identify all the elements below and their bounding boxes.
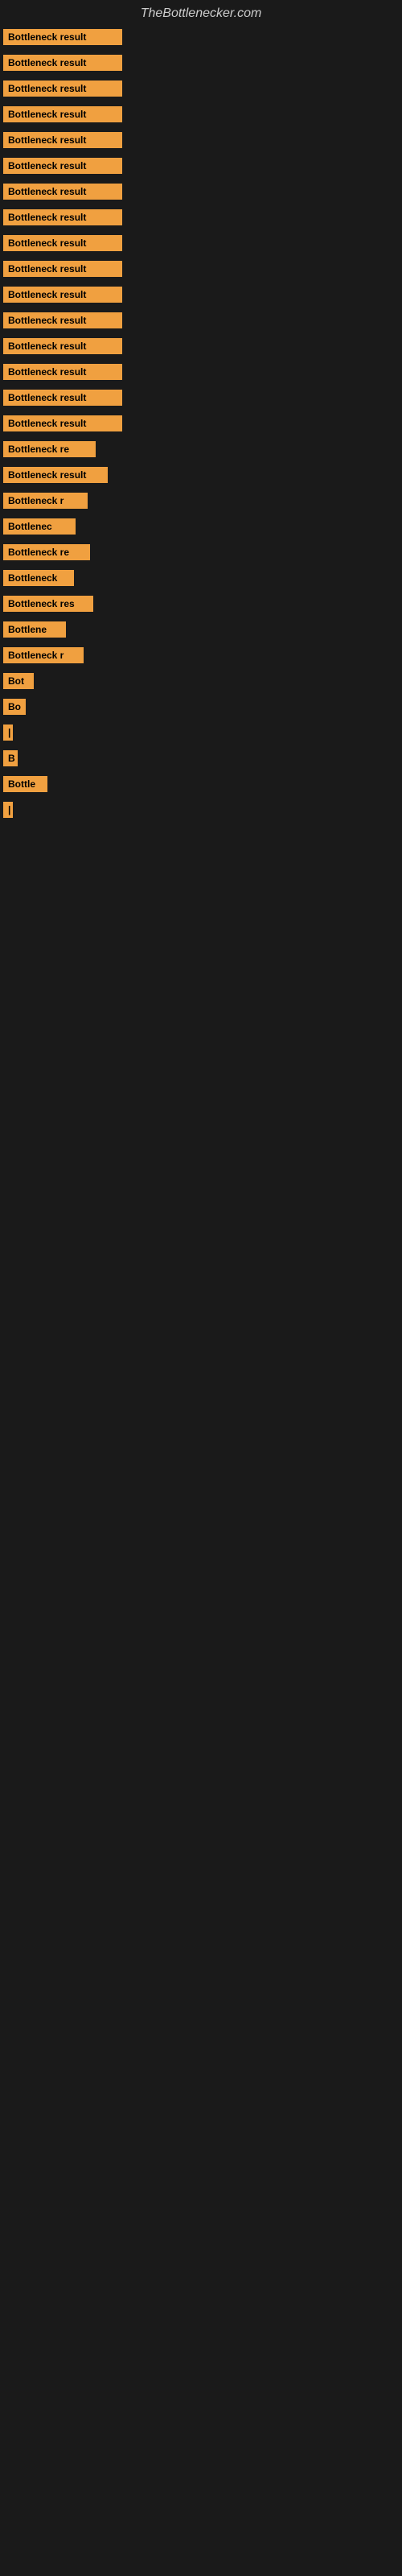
- bar-row: Bottleneck r: [0, 488, 402, 514]
- bar-row: Bottlene: [0, 617, 402, 642]
- bar-label: Bottleneck result: [3, 364, 122, 380]
- bar-label: Bottleneck re: [3, 441, 96, 457]
- bar-row: Bottle: [0, 771, 402, 797]
- bar-row: |: [0, 797, 402, 823]
- bar-row: Bottleneck result: [0, 127, 402, 153]
- bar-row: Bottleneck result: [0, 308, 402, 333]
- bar-row: Bot: [0, 668, 402, 694]
- bar-label: Bottleneck r: [3, 647, 84, 663]
- bar-label: Bottleneck result: [3, 184, 122, 200]
- bar-label: |: [3, 724, 13, 741]
- bar-row: Bottleneck result: [0, 385, 402, 411]
- bar-label: Bottleneck res: [3, 596, 93, 612]
- bar-label: Bo: [3, 699, 26, 715]
- bar-label: Bottleneck result: [3, 29, 122, 45]
- bar-row: Bo: [0, 694, 402, 720]
- bar-label: Bottleneck result: [3, 312, 122, 328]
- bar-row: Bottleneck result: [0, 411, 402, 436]
- bar-row: Bottleneck result: [0, 462, 402, 488]
- bar-row: Bottleneck: [0, 565, 402, 591]
- bar-label: Bottleneck result: [3, 415, 122, 431]
- bar-label: Bottleneck result: [3, 80, 122, 97]
- bar-label: Bottleneck result: [3, 287, 122, 303]
- bar-row: B: [0, 745, 402, 771]
- bar-row: Bottleneck re: [0, 436, 402, 462]
- bar-row: Bottleneck re: [0, 539, 402, 565]
- bar-label: Bottleneck result: [3, 467, 108, 483]
- bar-row: Bottleneck result: [0, 153, 402, 179]
- bar-row: Bottleneck result: [0, 230, 402, 256]
- bar-label: B: [3, 750, 18, 766]
- bar-label: Bottleneck result: [3, 55, 122, 71]
- bar-label: Bottlene: [3, 621, 66, 638]
- bar-label: Bottleneck result: [3, 209, 122, 225]
- bar-label: Bottleneck result: [3, 235, 122, 251]
- bar-label: Bottleneck re: [3, 544, 90, 560]
- bar-label: Bottleneck result: [3, 132, 122, 148]
- bar-label: Bottle: [3, 776, 47, 792]
- bar-row: Bottleneck result: [0, 101, 402, 127]
- bar-label: Bottleneck: [3, 570, 74, 586]
- bar-label: Bottleneck result: [3, 261, 122, 277]
- bars-container: Bottleneck result Bottleneck result Bottle…: [0, 24, 402, 823]
- bar-label: Bottleneck result: [3, 390, 122, 406]
- bar-row: Bottleneck result: [0, 333, 402, 359]
- bar-row: Bottleneck result: [0, 179, 402, 204]
- bar-row: Bottleneck result: [0, 204, 402, 230]
- bar-label: |: [3, 802, 13, 818]
- bar-row: |: [0, 720, 402, 745]
- bar-label: Bottleneck result: [3, 106, 122, 122]
- bar-row: Bottleneck result: [0, 76, 402, 101]
- bar-row: Bottlenec: [0, 514, 402, 539]
- bar-row: Bottleneck result: [0, 24, 402, 50]
- bar-label: Bottleneck result: [3, 158, 122, 174]
- bar-row: Bottleneck result: [0, 50, 402, 76]
- bar-row: Bottleneck result: [0, 282, 402, 308]
- bar-row: Bottleneck r: [0, 642, 402, 668]
- bar-row: Bottleneck res: [0, 591, 402, 617]
- bar-row: Bottleneck result: [0, 359, 402, 385]
- bar-label: Bottleneck result: [3, 338, 122, 354]
- page-container: TheBottlenecker.com Bottleneck resultBot…: [0, 0, 402, 823]
- bar-row: Bottleneck result: [0, 256, 402, 282]
- bar-label: Bot: [3, 673, 34, 689]
- bar-label: Bottleneck r: [3, 493, 88, 509]
- bar-label: Bottlenec: [3, 518, 76, 535]
- site-title: TheBottlenecker.com: [0, 0, 402, 24]
